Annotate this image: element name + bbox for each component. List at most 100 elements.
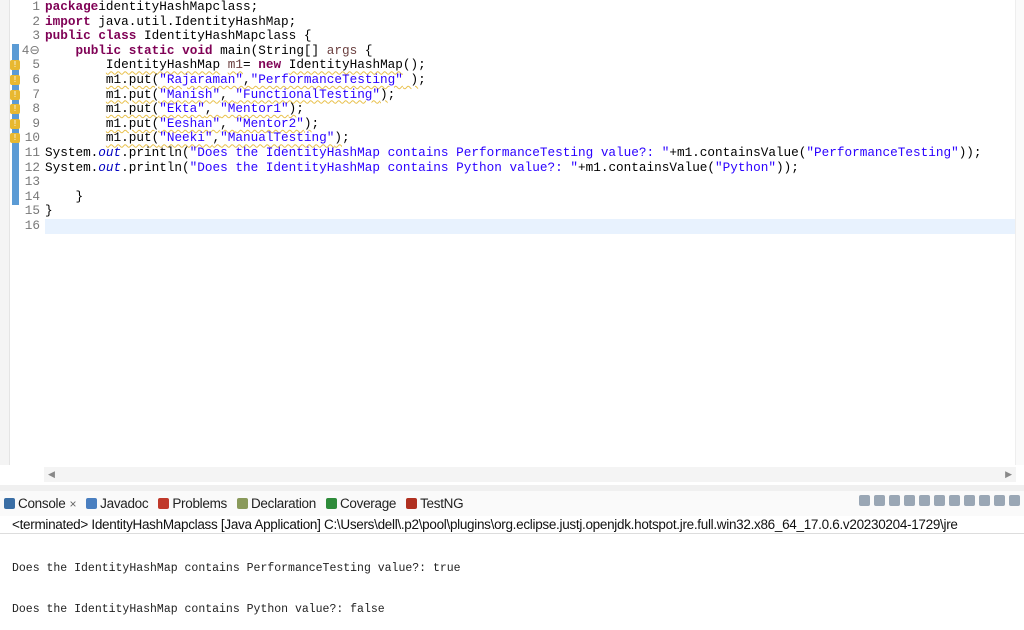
- console-toolbar: [859, 495, 1020, 506]
- declaration-icon: [236, 498, 248, 509]
- code-token: ,: [220, 86, 236, 102]
- code-token: m1.put(: [105, 115, 160, 131]
- code-token: "FunctionalTesting": [235, 86, 381, 102]
- coverage-icon: [325, 498, 337, 509]
- code-token: "PerformanceTesting": [806, 144, 959, 160]
- code-token: }: [45, 203, 53, 219]
- line-number: 13: [24, 174, 40, 190]
- scroll-right-icon[interactable]: ▶: [1005, 469, 1012, 480]
- code-line: public static void main(String[] args {: [45, 42, 982, 59]
- word-wrap-icon[interactable]: [919, 495, 930, 506]
- code-token: ;: [418, 71, 426, 87]
- code-token: "Python": [715, 159, 776, 175]
- line-number: 8: [32, 101, 40, 117]
- line-number: 5: [32, 57, 40, 73]
- code-token: out: [98, 144, 122, 160]
- console-line: Does the IdentityHashMap contains Python…: [12, 603, 385, 616]
- warning-icon[interactable]: !: [10, 60, 20, 71]
- code-token: IdentityHashMap: [288, 57, 403, 73]
- code-token: IdentityHashMapclass {: [136, 28, 312, 44]
- code-token: ): [380, 86, 388, 102]
- terminate-icon[interactable]: [859, 495, 870, 506]
- code-content[interactable]: packageidentityHashMapclass; import java.…: [45, 0, 982, 234]
- code-token: m1.put(: [105, 71, 160, 87]
- problems-icon: [158, 498, 170, 509]
- annotation-gutter: [0, 0, 10, 465]
- tab-testng[interactable]: TestNG: [402, 496, 464, 511]
- code-token: import: [45, 13, 91, 29]
- line-number: 16: [24, 217, 40, 233]
- scroll-lock-icon[interactable]: [904, 495, 915, 506]
- code-token: ,: [220, 115, 236, 131]
- minimize-icon[interactable]: [1009, 495, 1020, 506]
- overview-ruler: [1015, 0, 1024, 465]
- remove-launch-icon[interactable]: [874, 495, 885, 506]
- code-token: "Does the IdentityHashMap contains Pytho…: [189, 159, 578, 175]
- code-token: out: [98, 159, 122, 175]
- tab-javadoc[interactable]: Javadoc: [82, 496, 149, 511]
- tab-label: Coverage: [339, 496, 397, 511]
- code-token: args: [326, 42, 358, 58]
- code-token: void: [182, 42, 213, 58]
- code-line: m1.put("Rajaraman","PerformanceTesting" …: [45, 71, 982, 88]
- console-status: <terminated> IdentityHashMapclass [Java …: [0, 516, 1024, 534]
- warning-icon[interactable]: !: [10, 133, 20, 144]
- warning-icon[interactable]: !: [10, 89, 20, 100]
- close-icon[interactable]: ×: [69, 497, 76, 511]
- code-line: }: [45, 189, 982, 205]
- warning-icon[interactable]: !: [10, 75, 20, 85]
- tab-problems[interactable]: Problems: [154, 496, 227, 511]
- code-line: m1.put("Neeki","ManualTesting");: [45, 131, 982, 146]
- pin-console-icon[interactable]: [964, 495, 975, 506]
- warning-icon[interactable]: !: [10, 118, 20, 129]
- testng-icon: [406, 498, 418, 509]
- code-line: import java.util.IdentityHashMap;: [45, 13, 982, 30]
- line-number: 4⊖: [21, 42, 40, 58]
- line-number: 7: [32, 86, 40, 102]
- scroll-left-icon[interactable]: ◀: [48, 469, 55, 480]
- javadoc-icon: [86, 498, 98, 509]
- code-token: "Eeshan": [159, 115, 221, 131]
- line-number: 15: [24, 203, 40, 219]
- code-token: "Ekta": [159, 101, 205, 117]
- code-token: class: [98, 28, 137, 44]
- line-number: 3: [32, 28, 40, 44]
- show-on-output-icon[interactable]: [934, 495, 945, 506]
- code-line: System.out.println("Does the IdentityHas…: [45, 159, 982, 176]
- remove-all-icon[interactable]: [889, 495, 900, 506]
- open-console-icon[interactable]: [994, 495, 1005, 506]
- code-token: ;: [387, 86, 396, 102]
- console-output[interactable]: Does the IdentityHashMap contains Perfor…: [12, 535, 461, 630]
- show-on-error-icon[interactable]: [949, 495, 960, 506]
- tab-declaration[interactable]: Declaration: [233, 496, 316, 511]
- tab-console[interactable]: Console ×: [0, 496, 76, 511]
- code-token: ): [334, 130, 342, 146]
- horizontal-scrollbar[interactable]: ◀ ▶: [44, 467, 1016, 482]
- code-token: ,: [242, 71, 251, 87]
- code-token: "ManualTesting": [220, 130, 335, 146]
- code-token: =: [243, 57, 259, 73]
- console-icon: [4, 498, 15, 509]
- line-number: 11: [24, 144, 40, 160]
- tab-label: TestNG: [420, 496, 464, 511]
- line-numbers: 1 2 3 4⊖ 5 6 7 8 9 10 11 12 13 14 15 16: [18, 0, 40, 234]
- code-token: public: [75, 42, 122, 58]
- code-token: "PerformanceTesting": [250, 71, 403, 87]
- code-line: public class IdentityHashMapclass {: [45, 28, 982, 44]
- display-console-icon[interactable]: [979, 495, 990, 506]
- line-number: 9: [32, 115, 40, 131]
- code-token: ): [303, 115, 312, 131]
- code-token: ;: [311, 115, 320, 131]
- code-token: IdentityHashMap: [105, 57, 221, 73]
- tab-coverage[interactable]: Coverage: [322, 496, 396, 511]
- code-token: System.: [45, 159, 99, 175]
- warning-icon[interactable]: !: [10, 104, 20, 115]
- code-token: .println(: [121, 159, 190, 175]
- code-editor[interactable]: 1 2 3 4⊖ 5 6 7 8 9 10 11 12 13 14 15 16 packageidentity…: [0, 0, 1024, 465]
